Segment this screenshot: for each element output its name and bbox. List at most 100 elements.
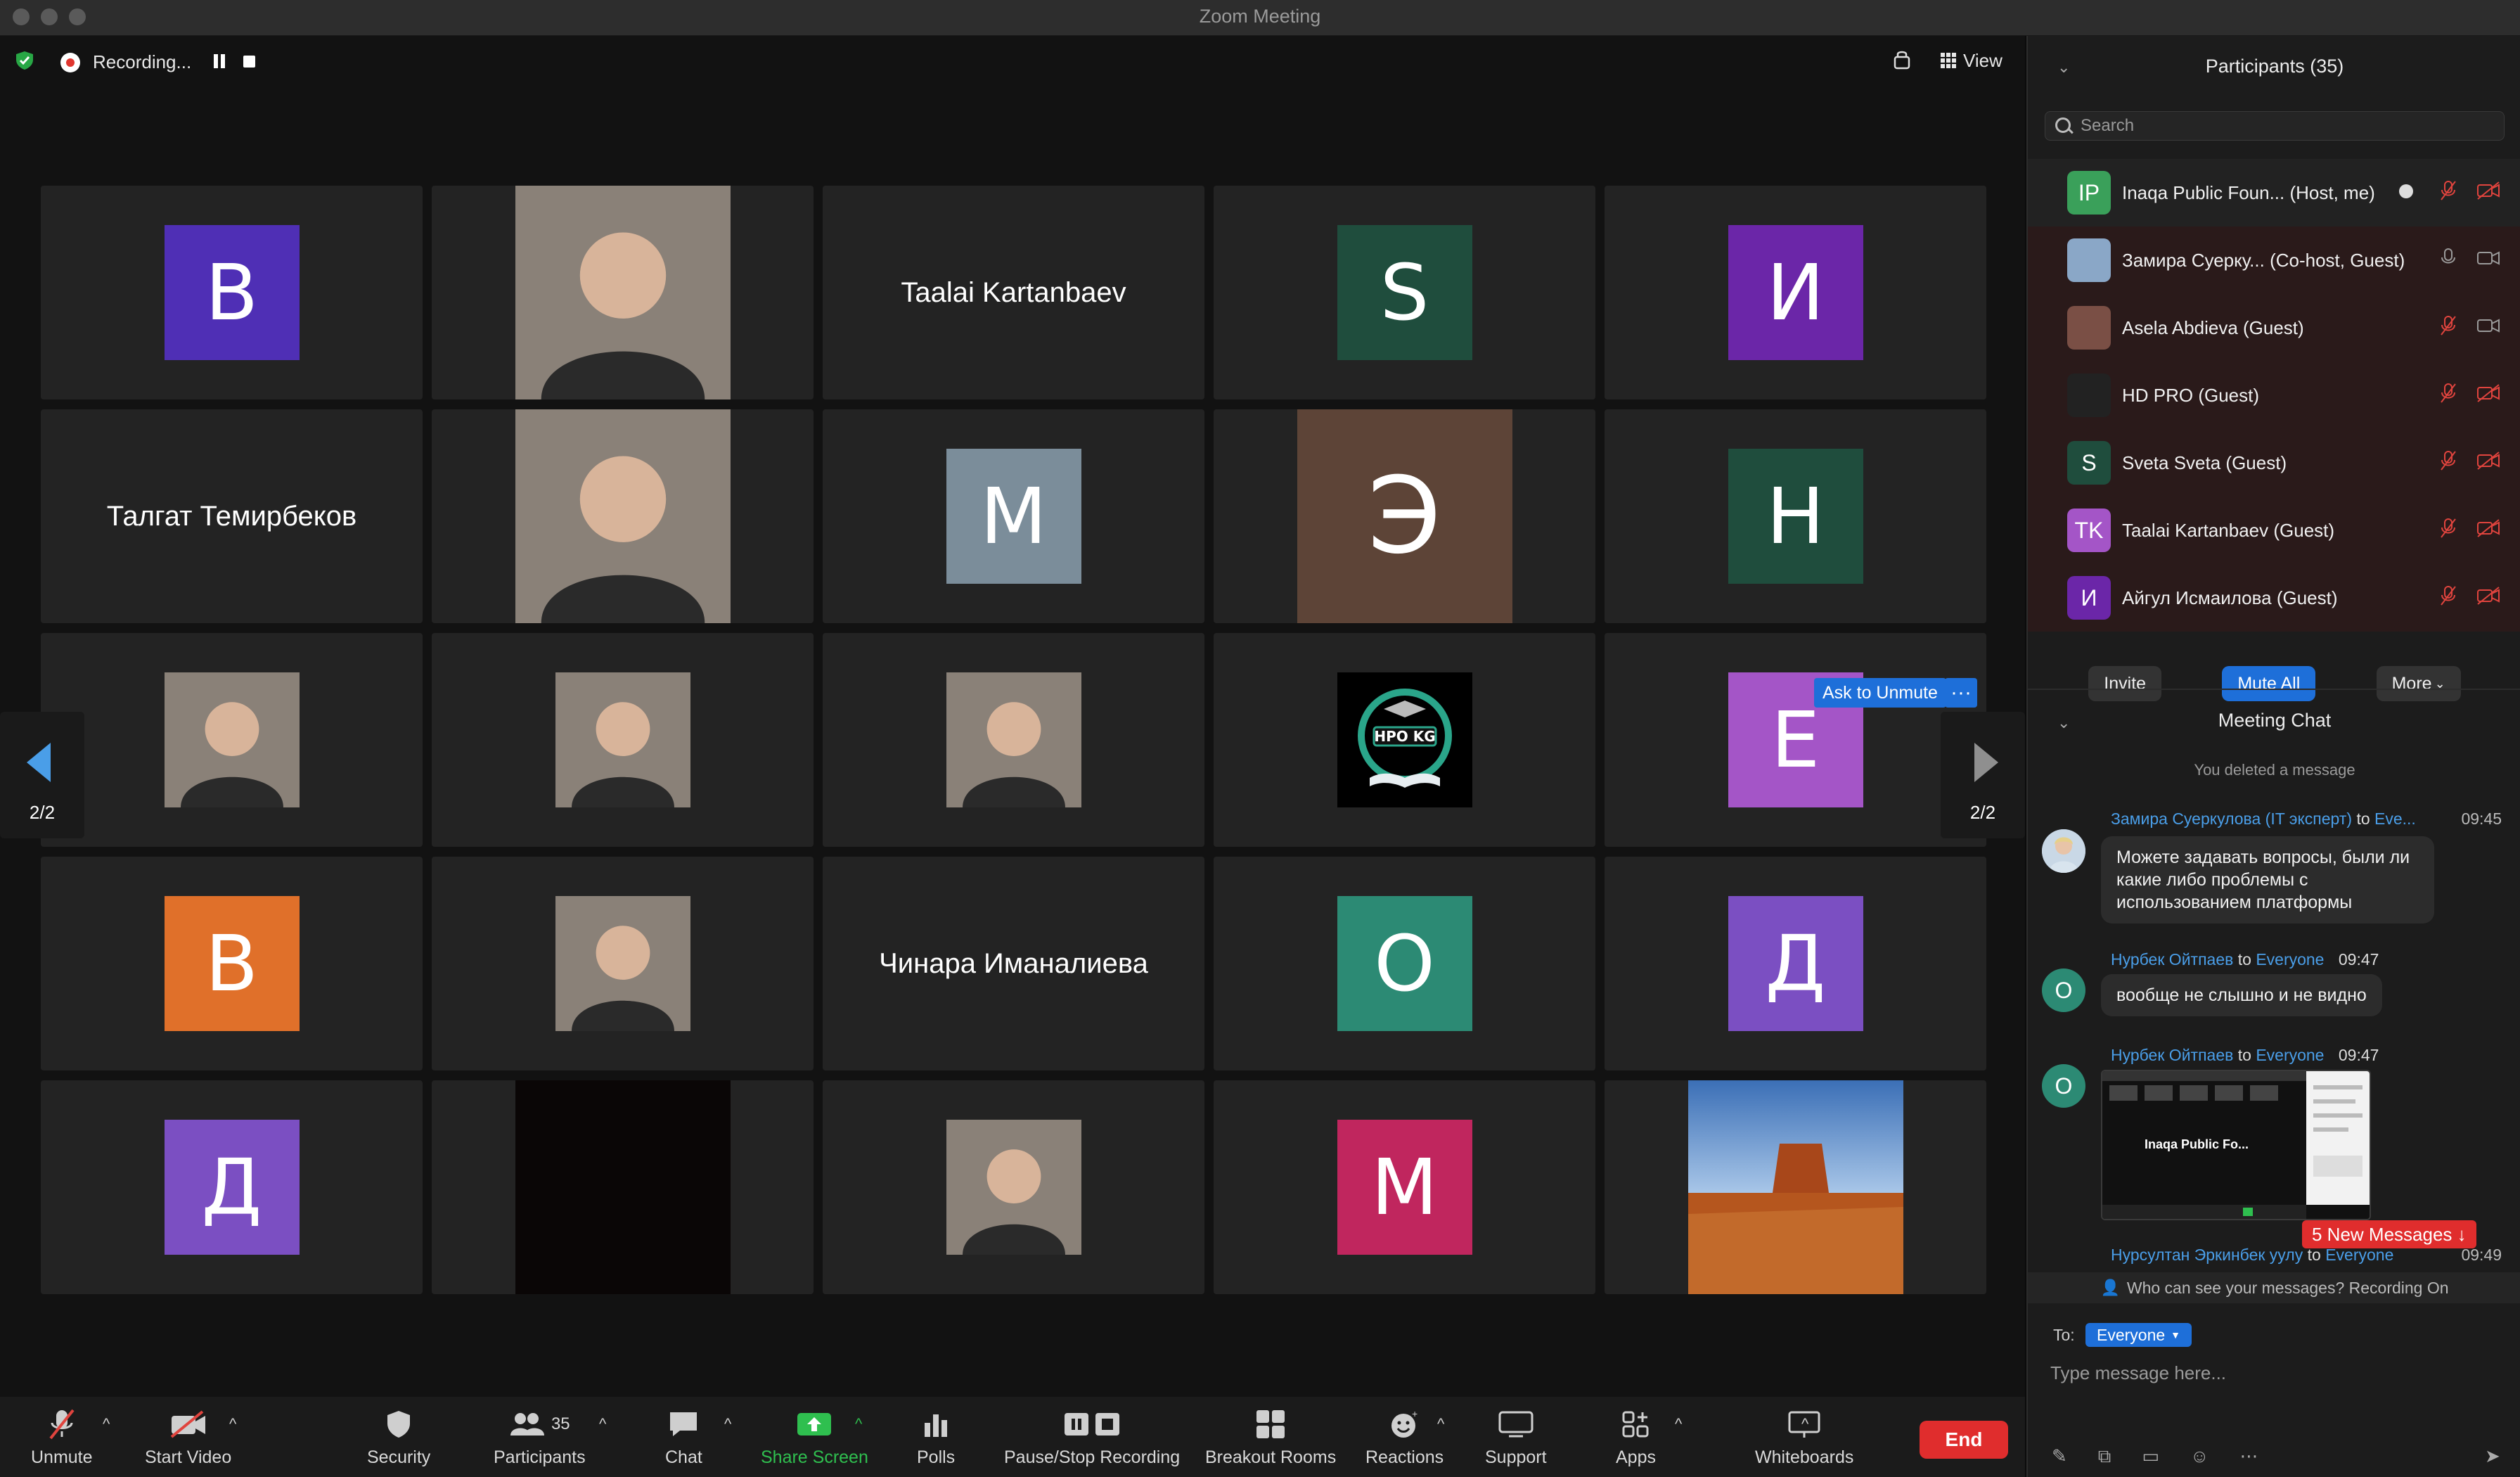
screenshot-attachment[interactable]: Inaqa Public Fo... — [2101, 1070, 2371, 1220]
participant-row[interactable]: IP Inaqa Public Foun... (Host, me) — [2028, 159, 2520, 226]
message-sender[interactable]: Нурсултан Эркинбек уулу — [2111, 1246, 2303, 1264]
mute-all-button[interactable]: Mute All — [2222, 666, 2316, 701]
previous-page-button[interactable]: 2/2 — [0, 712, 84, 838]
screenshot-icon[interactable]: ⧉ — [2098, 1445, 2111, 1468]
invite-button[interactable]: Invite — [2088, 666, 2162, 701]
message-visibility-notice[interactable]: 👤 Who can see your messages? Recording O… — [2028, 1272, 2520, 1303]
microphone-muted-icon[interactable] — [2440, 585, 2457, 611]
breakout-rooms-button[interactable]: Breakout Rooms — [1205, 1407, 1336, 1468]
video-tile[interactable] — [823, 1080, 1204, 1294]
security-shield-icon[interactable] — [14, 50, 35, 71]
video-camera-icon[interactable] — [2476, 249, 2500, 272]
video-tile[interactable]: B — [41, 857, 423, 1070]
ask-to-unmute-button[interactable]: Ask to Unmute — [1814, 678, 1946, 708]
message-recipient[interactable]: Everyone — [2325, 1246, 2393, 1264]
video-camera-icon[interactable] — [2476, 316, 2500, 340]
message-recipient[interactable]: Everyone — [2256, 1046, 2324, 1064]
video-tile[interactable]: M — [1214, 1080, 1595, 1294]
participant-row[interactable]: S Sveta Sveta (Guest) — [2028, 429, 2520, 497]
video-tile[interactable]: H — [1605, 409, 1986, 623]
more-options-icon[interactable]: ⋯ — [2240, 1445, 2258, 1468]
unmute-button[interactable]: Unmute — [31, 1407, 93, 1468]
new-messages-button[interactable]: 5 New Messages ↓ — [2302, 1220, 2476, 1248]
video-tile[interactable]: Д — [41, 1080, 423, 1294]
participant-row[interactable]: И Айгул Исмаилова (Guest) — [2028, 564, 2520, 632]
video-tile[interactable]: Э — [1214, 409, 1595, 623]
file-icon[interactable]: ▭ — [2142, 1445, 2159, 1468]
recipient-selector[interactable]: Everyone ▼ — [2085, 1323, 2192, 1347]
share-options-caret[interactable]: ^ — [855, 1415, 862, 1433]
whiteboards-options-caret[interactable]: ^ — [1801, 1415, 1808, 1433]
video-off-icon[interactable] — [2476, 181, 2500, 205]
support-button[interactable]: Support — [1485, 1407, 1547, 1468]
message-input[interactable] — [2049, 1358, 2502, 1388]
end-meeting-button[interactable]: End — [1920, 1421, 2008, 1459]
share-screen-button[interactable]: Share Screen — [761, 1407, 868, 1468]
video-tile[interactable]: HPO KG — [1214, 633, 1595, 847]
microphone-muted-icon[interactable] — [2440, 180, 2457, 206]
immersive-view-icon[interactable] — [1891, 49, 1912, 71]
participant-search[interactable] — [2045, 111, 2505, 141]
microphone-muted-icon[interactable] — [2440, 315, 2457, 341]
send-icon[interactable]: ➤ — [2485, 1445, 2500, 1467]
message-recipient[interactable]: Everyone — [2256, 950, 2324, 968]
video-tile[interactable] — [1605, 1080, 1986, 1294]
video-tile[interactable]: Чинара Иманалиева — [823, 857, 1204, 1070]
more-button[interactable]: More ⌄ — [2376, 666, 2461, 701]
participant-row[interactable]: Asela Abdieva (Guest) — [2028, 294, 2520, 362]
video-options-caret[interactable]: ^ — [229, 1415, 236, 1433]
video-tile[interactable]: Талгат Темирбеков — [41, 409, 423, 623]
video-tile[interactable]: Д — [1605, 857, 1986, 1070]
audio-options-caret[interactable]: ^ — [103, 1415, 110, 1433]
participant-row[interactable]: HD PRO (Guest) — [2028, 362, 2520, 429]
start-video-button[interactable]: Start Video — [145, 1407, 231, 1468]
video-tile[interactable]: O — [1214, 857, 1595, 1070]
video-off-icon[interactable] — [2476, 587, 2500, 610]
view-button[interactable]: View — [1941, 47, 2002, 74]
message-sender[interactable]: Замира Суеркулова (IT эксперт) — [2111, 810, 2352, 828]
microphone-muted-icon[interactable] — [2440, 518, 2457, 544]
message-recipient[interactable]: Eve... — [2374, 810, 2416, 828]
video-tile[interactable] — [432, 633, 814, 847]
video-off-icon[interactable] — [2476, 519, 2500, 542]
video-tile[interactable] — [432, 857, 814, 1070]
security-button[interactable]: Security — [367, 1407, 430, 1468]
video-tile[interactable]: M — [823, 409, 1204, 623]
participant-row[interactable]: Замира Суерку... (Co-host, Guest) — [2028, 226, 2520, 294]
pause-recording-button[interactable] — [212, 54, 226, 68]
video-tile[interactable] — [41, 633, 423, 847]
pause-stop-recording-button[interactable]: Pause/Stop Recording — [1004, 1407, 1180, 1468]
chat-options-caret[interactable]: ^ — [724, 1415, 731, 1433]
apps-options-caret[interactable]: ^ — [1675, 1415, 1682, 1433]
video-tile[interactable] — [823, 633, 1204, 847]
emoji-icon[interactable]: ☺ — [2190, 1445, 2209, 1468]
video-tile[interactable]: S — [1214, 186, 1595, 399]
stop-recording-button[interactable] — [243, 56, 255, 68]
participants-button[interactable]: 35 Participants — [494, 1407, 586, 1468]
microphone-muted-icon[interactable] — [2440, 450, 2457, 476]
message-sender[interactable]: Нурбек Ойтпаев — [2111, 950, 2233, 968]
apps-button[interactable]: Apps — [1616, 1407, 1656, 1468]
format-text-icon[interactable]: ✎ — [2052, 1445, 2067, 1468]
polls-button[interactable]: Polls — [917, 1407, 955, 1468]
participant-row[interactable]: TK Taalai Kartanbaev (Guest) — [2028, 497, 2520, 564]
video-tile[interactable]: B — [41, 186, 423, 399]
participants-options-caret[interactable]: ^ — [599, 1415, 606, 1433]
video-tile[interactable] — [432, 1080, 814, 1294]
chat-button[interactable]: Chat — [665, 1407, 702, 1468]
microphone-icon[interactable] — [2440, 248, 2457, 274]
video-tile[interactable] — [432, 186, 814, 399]
video-tile[interactable]: Taalai Kartanbaev — [823, 186, 1204, 399]
next-page-button[interactable]: 2/2 — [1941, 712, 2025, 838]
video-off-icon[interactable] — [2476, 452, 2500, 475]
tile-more-options-button[interactable]: ··· — [1945, 678, 1977, 708]
reactions-button[interactable]: + Reactions — [1365, 1407, 1444, 1468]
video-tile[interactable] — [432, 409, 814, 623]
video-tile[interactable]: E — [1605, 633, 1986, 847]
reactions-options-caret[interactable]: ^ — [1437, 1415, 1444, 1433]
video-tile[interactable]: И — [1605, 186, 1986, 399]
video-off-icon[interactable] — [2476, 384, 2500, 407]
search-input[interactable] — [2079, 115, 2497, 137]
message-sender[interactable]: Нурбек Ойтпаев — [2111, 1046, 2233, 1064]
microphone-muted-icon[interactable] — [2440, 383, 2457, 409]
